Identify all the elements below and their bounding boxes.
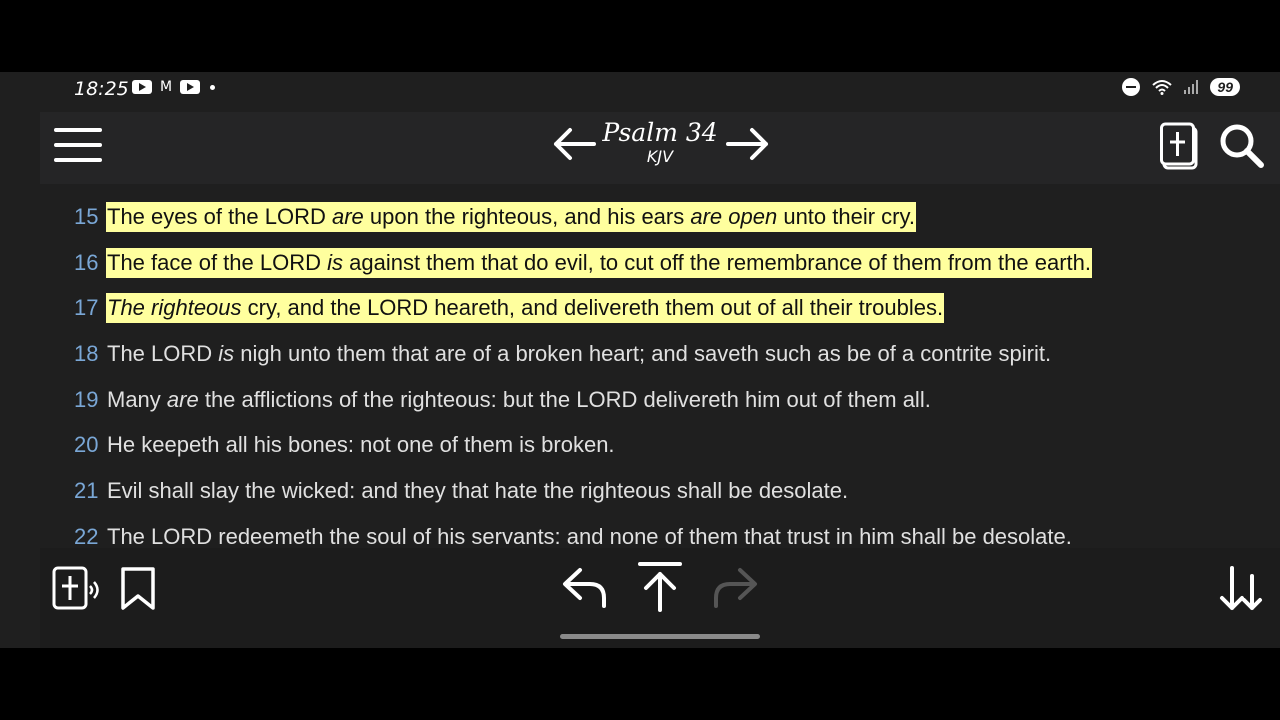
verse-text: The LORD is nigh unto them that are of a… [106, 339, 1052, 369]
verse-row[interactable]: 15 The eyes of the LORD are upon the righ… [74, 194, 1254, 240]
highlighted-verse-text: The face of the LORD is against them tha… [106, 247, 1092, 278]
verse-fragment: unto their cry. [777, 203, 915, 229]
verse-text: He keepeth all his bones: not one of the… [106, 430, 616, 460]
previous-chapter-arrow-icon[interactable] [550, 124, 598, 164]
chapter-title[interactable]: Psalm 34 KJV [600, 118, 720, 166]
verse-fragment: the afflictions of the righteous: but th… [198, 386, 931, 412]
next-chapter-arrow-icon[interactable] [724, 124, 772, 164]
bible-book-icon[interactable] [1160, 122, 1200, 170]
verse-fragment: upon the righteous, and his ears [363, 203, 691, 229]
italic-word: are open [690, 203, 778, 229]
verse-number: 20 [74, 432, 99, 458]
verse-number: 22 [74, 523, 99, 549]
bookmark-icon[interactable] [120, 566, 158, 612]
verse-row[interactable]: 21 Evil shall slay the wicked: and they t… [74, 468, 1254, 514]
status-bar: 18:25 M 99 [0, 72, 1280, 104]
youtube-icon [180, 80, 200, 94]
verse-fragment: The eyes of the LORD [107, 203, 332, 229]
verse-row[interactable]: 20 He keepeth all his bones: not one of t… [74, 422, 1254, 468]
system-icons: 99 [1122, 78, 1240, 96]
verse-number: 17 [74, 295, 99, 321]
bottom-toolbar [40, 548, 1280, 648]
app-header: Psalm 34 KJV [40, 112, 1280, 184]
notification-icons: M [132, 80, 215, 94]
verse-fragment: The face of the LORD [107, 249, 328, 275]
verse-number: 21 [74, 477, 99, 503]
home-indicator[interactable] [560, 634, 760, 639]
verse-row[interactable]: 19 Many are the afflictions of the righte… [74, 377, 1254, 423]
verse-number: 19 [74, 386, 99, 412]
search-icon[interactable] [1218, 122, 1264, 168]
verse-number: 18 [74, 340, 99, 366]
menu-icon[interactable] [54, 128, 102, 166]
verse-fragment: cry, and the LORD heareth, and deliveret… [241, 295, 944, 321]
verse-fragment: Many [107, 386, 167, 412]
verse-fragment: The LORD [107, 340, 219, 366]
italic-word: is [327, 249, 343, 275]
status-time: 18:25 [74, 78, 129, 100]
signal-icon [1184, 80, 1199, 94]
page-title: Psalm 34 [602, 118, 718, 147]
verse-row[interactable]: 18 The LORD is nigh unto them that are of… [74, 331, 1254, 377]
verse-list: 15 The eyes of the LORD are upon the righ… [74, 194, 1254, 560]
verse-fragment: against them that do evil, to cut off th… [343, 249, 1091, 275]
audio-bible-icon[interactable] [52, 566, 102, 612]
scroll-down-icon[interactable] [1218, 564, 1266, 614]
do-not-disturb-icon [1122, 78, 1141, 96]
italic-word: are [166, 386, 199, 412]
italic-word: The righteous [107, 295, 242, 321]
verse-row[interactable]: 17 The righteous cry, and the LORD hearet… [74, 285, 1254, 331]
more-notifications-dot [210, 84, 215, 90]
italic-word: is [218, 340, 235, 366]
scroll-top-icon[interactable] [636, 560, 684, 614]
back-icon[interactable] [560, 564, 610, 612]
verse-fragment: The LORD redeemeth the soul of his serva… [107, 523, 1072, 549]
verse-text: Many are the afflictions of the righteou… [106, 385, 932, 415]
highlighted-verse-text: The righteous cry, and the LORD heareth,… [106, 293, 945, 324]
gmail-icon: M [159, 79, 173, 95]
youtube-icon [132, 80, 152, 94]
translation-label: KJV [646, 147, 674, 166]
wifi-icon [1152, 80, 1173, 95]
verse-text: Evil shall slay the wicked: and they tha… [106, 476, 849, 506]
verse-number: 16 [74, 249, 99, 275]
highlighted-verse-text: The eyes of the LORD are upon the righte… [106, 201, 916, 232]
verse-row[interactable]: 16 The face of the LORD is against them t… [74, 240, 1254, 286]
verse-number: 15 [74, 203, 99, 229]
verse-fragment: Evil shall slay the wicked: and they tha… [107, 477, 849, 503]
verse-fragment: nigh unto them that are of a broken hear… [234, 340, 1052, 366]
verse-fragment: He keepeth all his bones: not one of the… [107, 432, 615, 458]
forward-icon[interactable] [710, 564, 760, 612]
bible-reader-screen: 18:25 M 99 Psalm 34 KJV 15 The eyes of t… [0, 72, 1280, 648]
battery-level: 99 [1210, 78, 1240, 96]
italic-word: are [332, 203, 364, 229]
